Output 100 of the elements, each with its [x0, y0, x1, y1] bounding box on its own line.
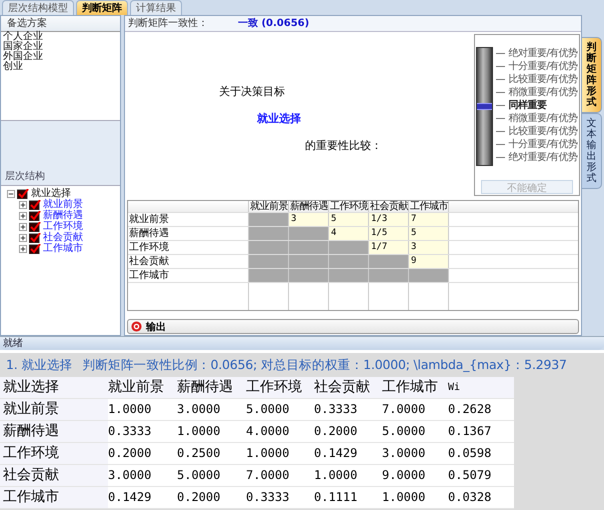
locked-cell	[249, 240, 289, 254]
table-cell: 0.2500	[177, 443, 246, 464]
column-header: 薪酬待遇	[289, 200, 329, 212]
scale-label[interactable]: 稍微重要/有优势	[508, 85, 578, 100]
matrix-cell[interactable]: 9	[409, 254, 449, 268]
row-header: 就业前景	[0, 399, 108, 420]
matrix-cell[interactable]: 1/5	[369, 226, 409, 240]
row-header: 工作城市	[0, 487, 108, 508]
table-cell: 1.0000	[314, 465, 382, 486]
checkbox[interactable]	[29, 210, 41, 220]
locked-cell	[289, 240, 329, 254]
slider-thumb[interactable]	[477, 103, 492, 110]
expand-icon[interactable]	[19, 200, 27, 208]
tree-item[interactable]: 社会贡献	[43, 232, 83, 243]
scale-label[interactable]: 同样重要	[508, 98, 546, 112]
locked-cell	[329, 240, 369, 254]
tree-item[interactable]: 薪酬待遇	[43, 210, 83, 221]
expand-icon[interactable]	[19, 212, 27, 220]
matrix-cell[interactable]: 7	[409, 212, 449, 226]
scale-label[interactable]: 十分重要/有优势	[508, 137, 578, 152]
side-tab[interactable]: 文本输出形式	[582, 113, 602, 189]
locked-cell	[289, 226, 329, 240]
result-title: 1. 就业选择	[6, 356, 72, 374]
column-header: 社会贡献	[369, 200, 409, 212]
matrix-cell[interactable]: 3	[409, 240, 449, 254]
locked-cell	[249, 212, 289, 226]
table-cell: 7.0000	[382, 399, 448, 420]
table-cell: 0.1429	[314, 443, 382, 464]
tree-item[interactable]: 就业前景	[43, 199, 83, 210]
table-cell: 5.0000	[177, 465, 246, 486]
tab[interactable]: 层次结构模型	[2, 0, 74, 15]
matrix-cell[interactable]: 4	[329, 226, 369, 240]
expand-icon[interactable]	[19, 234, 27, 242]
slider-track[interactable]	[476, 46, 494, 166]
column-header: 工作环境	[329, 200, 369, 212]
table-cell: 0.1111	[314, 487, 382, 508]
list-item[interactable]: 个人企业	[3, 32, 120, 42]
prompt-text: 关于决策目标	[219, 84, 286, 99]
matrix-cell[interactable]: 5	[329, 212, 369, 226]
table-cell: 1.0000	[177, 421, 246, 442]
scale-label[interactable]: 十分重要/有优势	[508, 59, 578, 74]
table-cell: 0.2000	[314, 421, 382, 442]
table-cell: 0.0598	[448, 443, 514, 464]
table-cell: 0.3333	[314, 399, 382, 420]
expand-icon[interactable]	[19, 244, 27, 252]
table-cell: 0.2000	[177, 487, 246, 508]
matrix-cell[interactable]: 1/7	[369, 240, 409, 254]
table-cell: 0.2000	[108, 443, 177, 464]
checkbox[interactable]	[29, 200, 41, 210]
checkbox[interactable]	[29, 244, 41, 254]
list-item[interactable]: 国家企业	[3, 42, 120, 52]
result-summary: 判断矩阵一致性比例：0.0656; 对总目标的权重：1.0000; \lambda_{max}：5.2937	[82, 356, 567, 374]
panel-title: 层次结构	[5, 170, 45, 183]
expand-icon[interactable]	[19, 222, 27, 230]
checkbox[interactable]	[17, 188, 29, 198]
table-cell: 9.0000	[382, 465, 448, 486]
locked-cell	[249, 226, 289, 240]
table-cell: 5.0000	[246, 399, 314, 420]
matrix-cell[interactable]: 1/3	[369, 212, 409, 226]
locked-cell	[249, 254, 289, 268]
table-cell: 1.0000	[108, 399, 177, 420]
locked-cell	[289, 254, 329, 268]
column-header: 工作城市	[409, 200, 449, 212]
row-header: 社会贡献	[0, 465, 108, 486]
locked-cell	[329, 254, 369, 268]
side-tab[interactable]: 判断矩阵形式	[582, 37, 602, 113]
table-cell: 1.0000	[382, 487, 448, 508]
scale-label[interactable]: 稍微重要/有优势	[508, 111, 578, 126]
table-cell: 3.0000	[382, 443, 448, 464]
list-item[interactable]: 外国企业	[3, 52, 120, 62]
table-cell: 3.0000	[108, 465, 177, 486]
matrix-cell[interactable]: 5	[409, 226, 449, 240]
collapse-icon[interactable]	[7, 190, 15, 198]
tree-item[interactable]: 就业选择	[31, 188, 71, 199]
scale-label[interactable]: 绝对重要/有优势	[508, 46, 578, 60]
output-label: 输出	[146, 320, 166, 334]
matrix-cell[interactable]: 3	[289, 212, 329, 226]
locked-cell	[369, 254, 409, 268]
table-cell: 0.1429	[108, 487, 177, 508]
scale-label[interactable]: 绝对重要/有优势	[508, 150, 578, 164]
tree-item[interactable]: 工作环境	[43, 221, 83, 232]
checkbox[interactable]	[29, 232, 41, 242]
table-cell: 0.2628	[448, 399, 514, 420]
output-bar[interactable]: 输出	[127, 319, 579, 334]
table-cell: 5.0000	[382, 421, 448, 442]
list-item[interactable]: 创业	[3, 62, 120, 72]
scale-label[interactable]: 比较重要/有优势	[508, 72, 578, 86]
table-cell: 0.0328	[448, 487, 514, 508]
scale-label[interactable]: 比较重要/有优势	[508, 124, 578, 138]
tree-item[interactable]: 工作城市	[43, 243, 83, 254]
status-bar: 就绪	[0, 336, 604, 350]
table-cell: 0.3333	[108, 421, 177, 442]
tab[interactable]: 判断矩阵	[76, 0, 128, 15]
tab[interactable]: 计算结果	[130, 0, 182, 15]
consistency-label: 判断矩阵一致性：	[128, 16, 209, 30]
row-header: 工作环境	[0, 443, 108, 464]
column-header: 就业前景	[249, 200, 289, 212]
table-cell: 0.1367	[448, 421, 514, 442]
checkbox[interactable]	[29, 222, 41, 232]
table-cell: 0.3333	[246, 487, 314, 508]
